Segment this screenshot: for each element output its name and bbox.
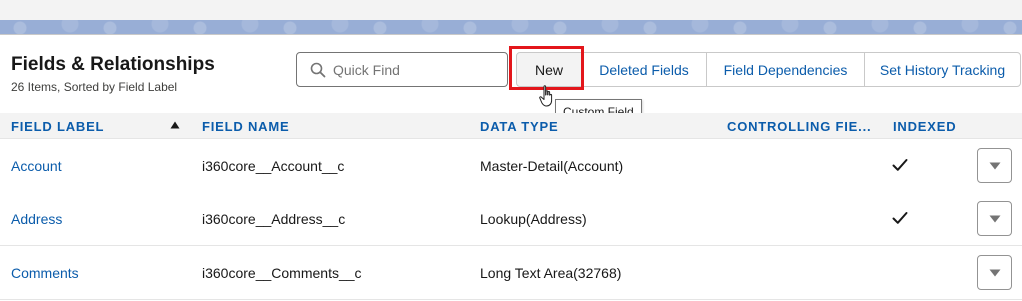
page-title: Fields & Relationships xyxy=(11,54,215,75)
quick-find-box[interactable] xyxy=(296,52,508,87)
field-label-link[interactable]: Address xyxy=(11,211,62,227)
chevron-down-icon xyxy=(989,162,1000,169)
data-type-cell: Lookup(Address) xyxy=(480,211,587,227)
page-subtitle: 26 Items, Sorted by Field Label xyxy=(11,80,178,94)
column-header-data-type[interactable]: DATA TYPE xyxy=(480,119,558,134)
data-type-cell: Long Text Area(32768) xyxy=(480,265,622,281)
field-name-cell: i360core__Comments__c xyxy=(202,265,362,281)
table-header: FIELD LABEL FIELD NAME DATA TYPE CONTROL… xyxy=(0,113,1022,139)
row-actions-button[interactable] xyxy=(977,255,1012,290)
header-banner xyxy=(0,20,1022,34)
field-name-cell: i360core__Address__c xyxy=(202,211,346,227)
column-header-controlling-field[interactable]: CONTROLLING FIE... xyxy=(727,119,871,134)
quick-find-input[interactable] xyxy=(333,59,501,81)
table-row: Address i360core__Address__c Lookup(Addr… xyxy=(0,192,1022,246)
data-type-cell: Master-Detail(Account) xyxy=(480,158,624,174)
set-history-tracking-button[interactable]: Set History Tracking xyxy=(864,52,1021,87)
column-header-field-name[interactable]: FIELD NAME xyxy=(202,119,289,134)
check-icon xyxy=(892,212,908,224)
row-actions-button[interactable] xyxy=(977,148,1012,183)
table-row: Account i360core__Account__c Master-Deta… xyxy=(0,139,1022,193)
table-row: Comments i360core__Comments__c Long Text… xyxy=(0,246,1022,300)
column-header-field-label[interactable]: FIELD LABEL xyxy=(11,119,104,134)
field-dependencies-button[interactable]: Field Dependencies xyxy=(706,52,865,87)
top-bar xyxy=(0,0,1022,20)
check-icon xyxy=(892,159,908,171)
chevron-down-icon xyxy=(989,215,1000,222)
arrow-up-icon[interactable] xyxy=(170,121,180,129)
search-icon xyxy=(310,62,326,78)
field-label-link[interactable]: Comments xyxy=(11,265,79,281)
chevron-down-icon xyxy=(989,269,1000,276)
column-header-indexed[interactable]: INDEXED xyxy=(893,119,956,134)
deleted-fields-button[interactable]: Deleted Fields xyxy=(581,52,707,87)
field-label-link[interactable]: Account xyxy=(11,158,62,174)
field-name-cell: i360core__Account__c xyxy=(202,158,345,174)
row-actions-button[interactable] xyxy=(977,201,1012,236)
toolbar-button-group: New Deleted Fields Field Dependencies Se… xyxy=(516,52,1021,87)
